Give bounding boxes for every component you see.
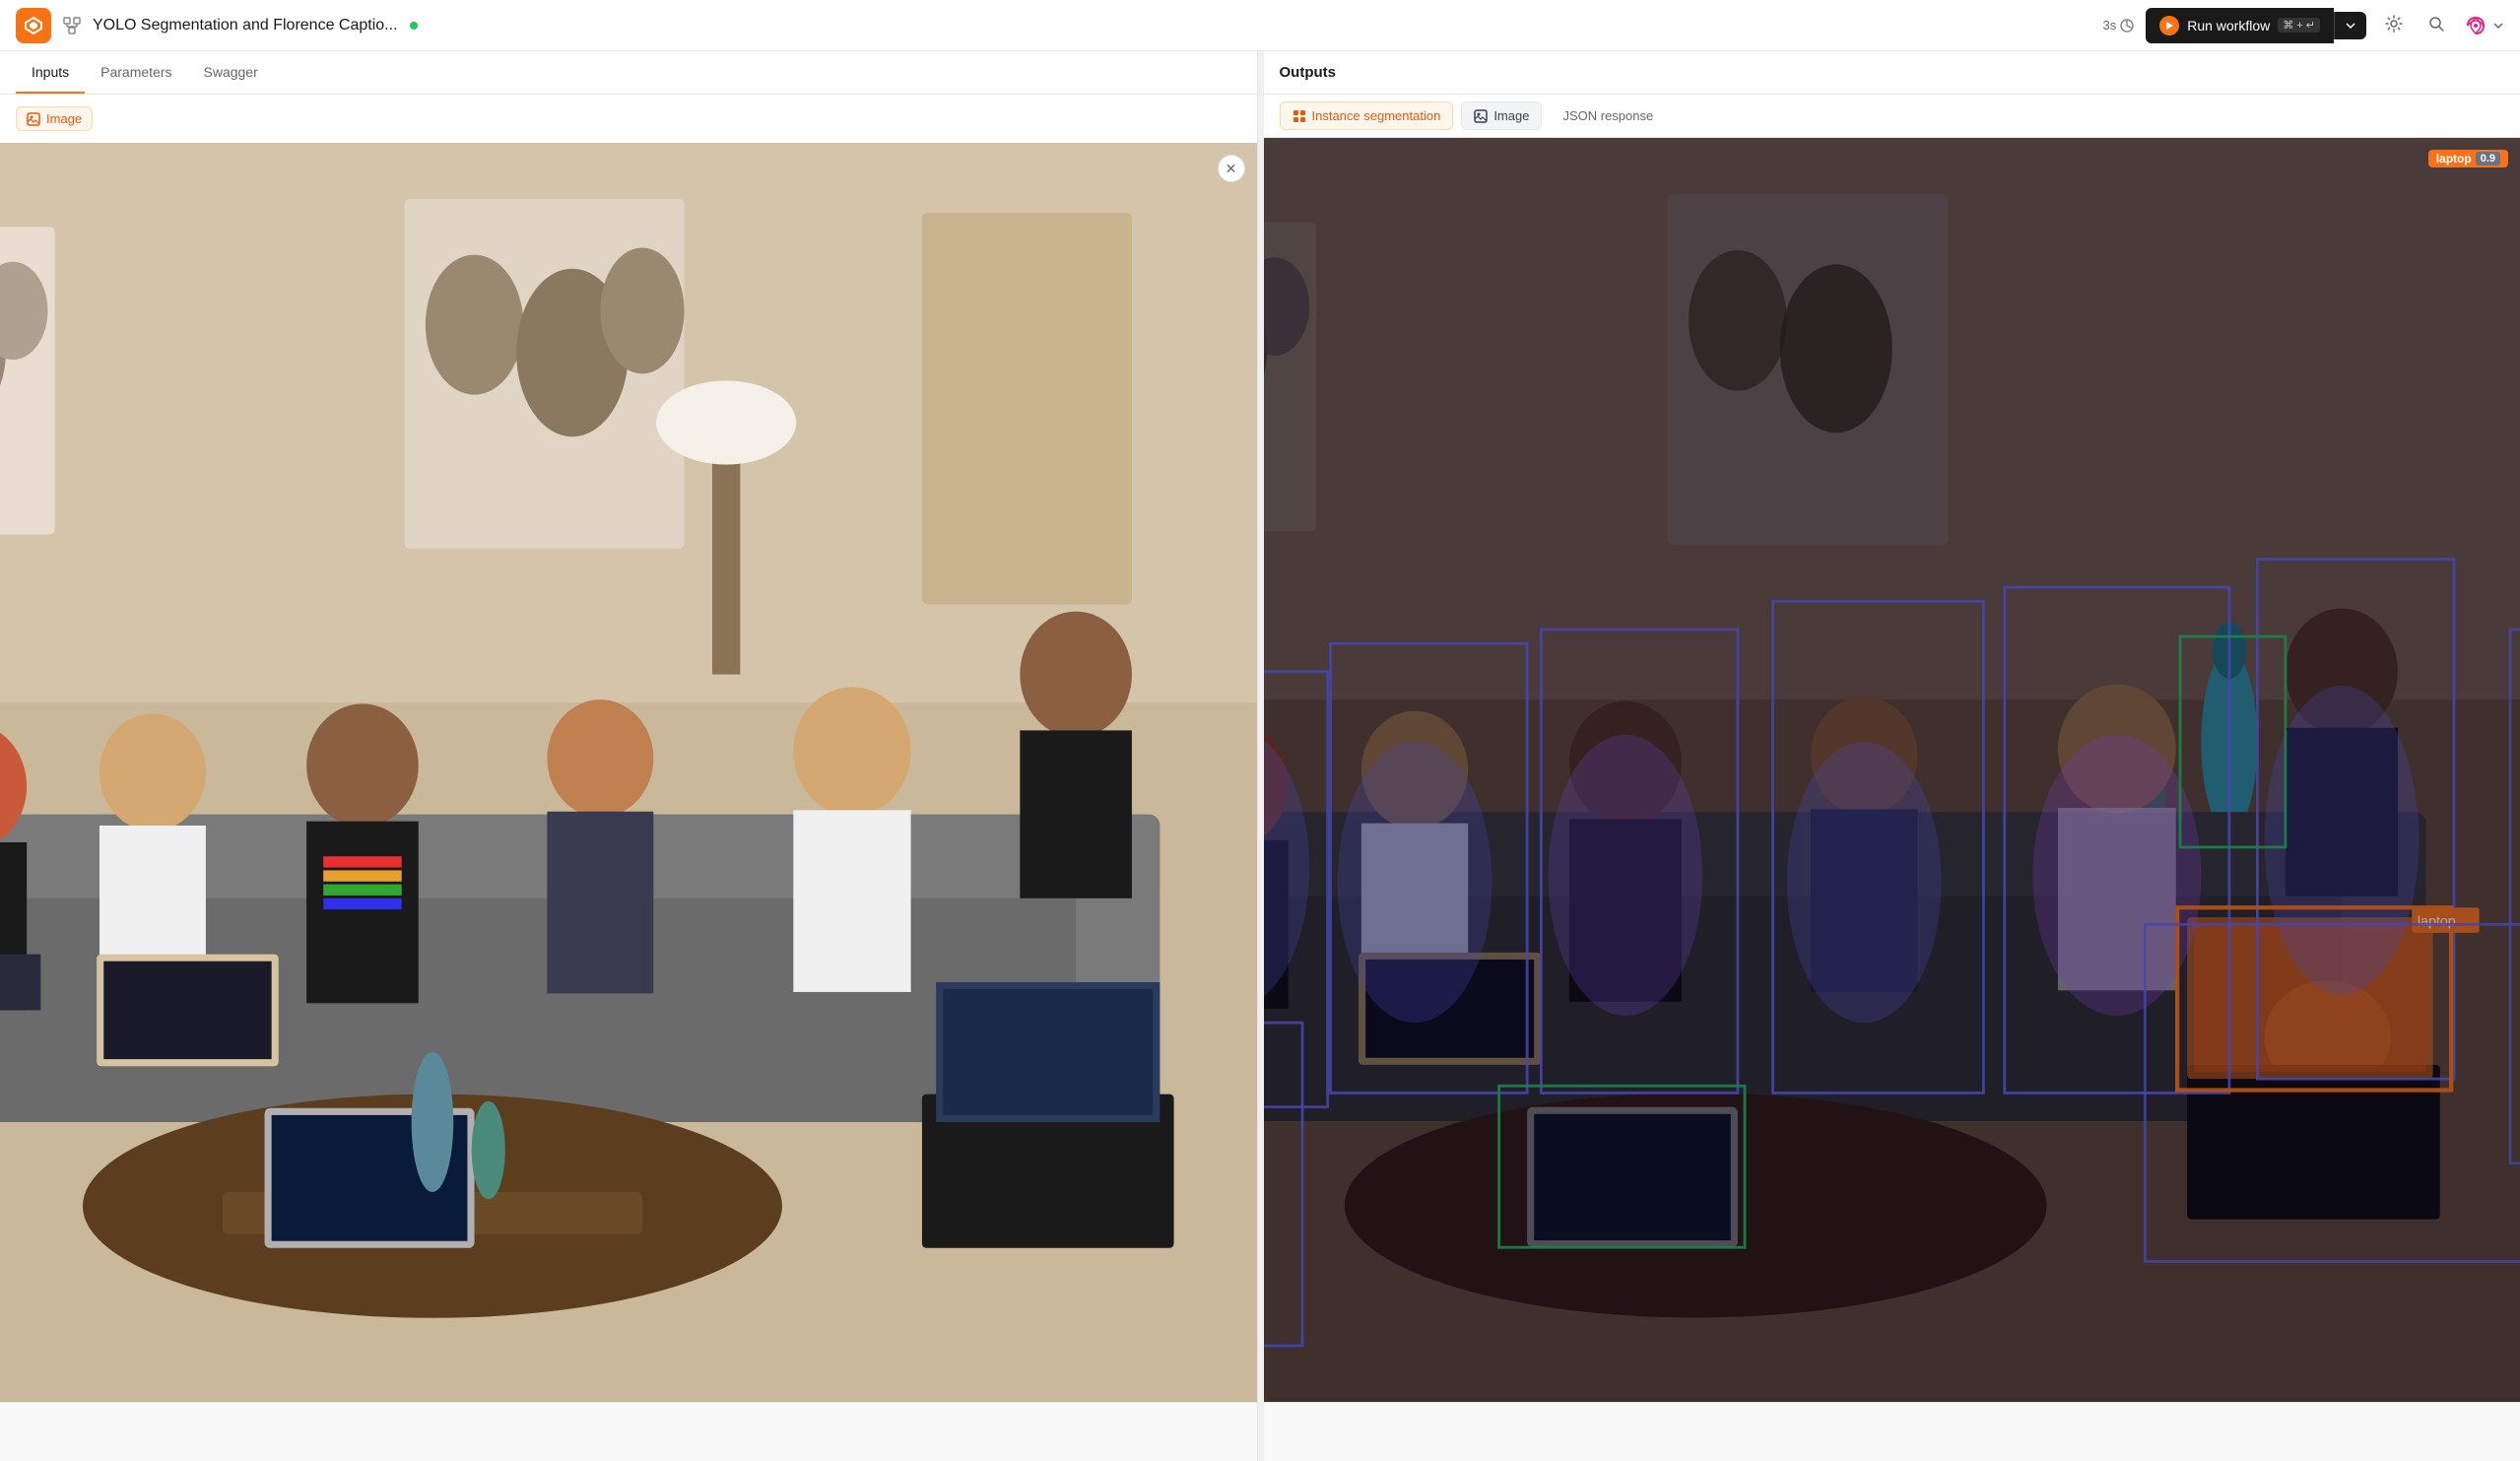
search-button[interactable] — [2421, 9, 2451, 41]
outputs-panel: Outputs Instance segmentation Imag — [1264, 51, 2520, 1461]
workflow-title: YOLO Segmentation and Florence Captio... — [93, 17, 398, 34]
settings-button[interactable] — [2378, 8, 2410, 42]
tab-swagger[interactable]: Swagger — [188, 52, 274, 94]
image-tab-label: Image — [1493, 108, 1529, 123]
output-tabs: Instance segmentation Image JSON respons… — [1264, 95, 2520, 138]
workflow-icon — [63, 17, 81, 34]
detection-label: laptop — [2436, 152, 2472, 166]
instance-seg-label: Instance segmentation — [1312, 108, 1441, 123]
output-image: laptop — [1264, 138, 2520, 1402]
output-panel-bottom — [1264, 1402, 2520, 1461]
image-badge-label: Image — [46, 111, 82, 126]
tab-instance-segmentation[interactable]: Instance segmentation — [1280, 101, 1454, 130]
panel-divider[interactable] — [1258, 51, 1264, 1461]
inputs-panel: Inputs Parameters Swagger Image ✕ — [0, 51, 1258, 1461]
input-badges: Image — [0, 95, 1257, 143]
input-image — [0, 143, 1257, 1402]
run-dropdown-button[interactable] — [2334, 12, 2366, 39]
output-image-area: laptop 0.9 — [1264, 138, 2520, 1402]
logo-icon[interactable] — [16, 8, 51, 43]
tab-image[interactable]: Image — [1461, 101, 1542, 130]
close-image-button[interactable]: ✕ — [1218, 155, 1245, 182]
status-indicator — [410, 22, 418, 30]
tab-inputs[interactable]: Inputs — [16, 52, 85, 94]
run-timer: 3s — [2102, 18, 2134, 33]
outputs-title: Outputs — [1280, 64, 1337, 81]
run-workflow-button[interactable]: Run workflow ⌘ + ↵ — [2146, 8, 2334, 43]
detection-label-badge: laptop 0.9 — [2428, 150, 2508, 167]
play-icon — [2159, 16, 2179, 35]
input-image-area: ✕ — [0, 143, 1257, 1402]
tab-json[interactable]: JSON response — [1550, 101, 1666, 130]
keyboard-shortcut: ⌘ + ↵ — [2278, 18, 2320, 33]
run-workflow-wrapper: Run workflow ⌘ + ↵ — [2146, 8, 2366, 43]
run-workflow-label: Run workflow — [2187, 18, 2270, 33]
header: YOLO Segmentation and Florence Captio...… — [0, 0, 2520, 51]
main-content: Inputs Parameters Swagger Image ✕ — [0, 51, 2520, 1461]
detection-confidence: 0.9 — [2476, 152, 2500, 166]
avatar-button[interactable] — [2463, 13, 2504, 38]
tab-parameters[interactable]: Parameters — [85, 52, 187, 94]
input-panel-bottom — [0, 1402, 1257, 1461]
json-tab-label: JSON response — [1562, 108, 1653, 123]
input-tabs: Inputs Parameters Swagger — [0, 51, 1257, 95]
image-input-badge[interactable]: Image — [16, 106, 93, 131]
